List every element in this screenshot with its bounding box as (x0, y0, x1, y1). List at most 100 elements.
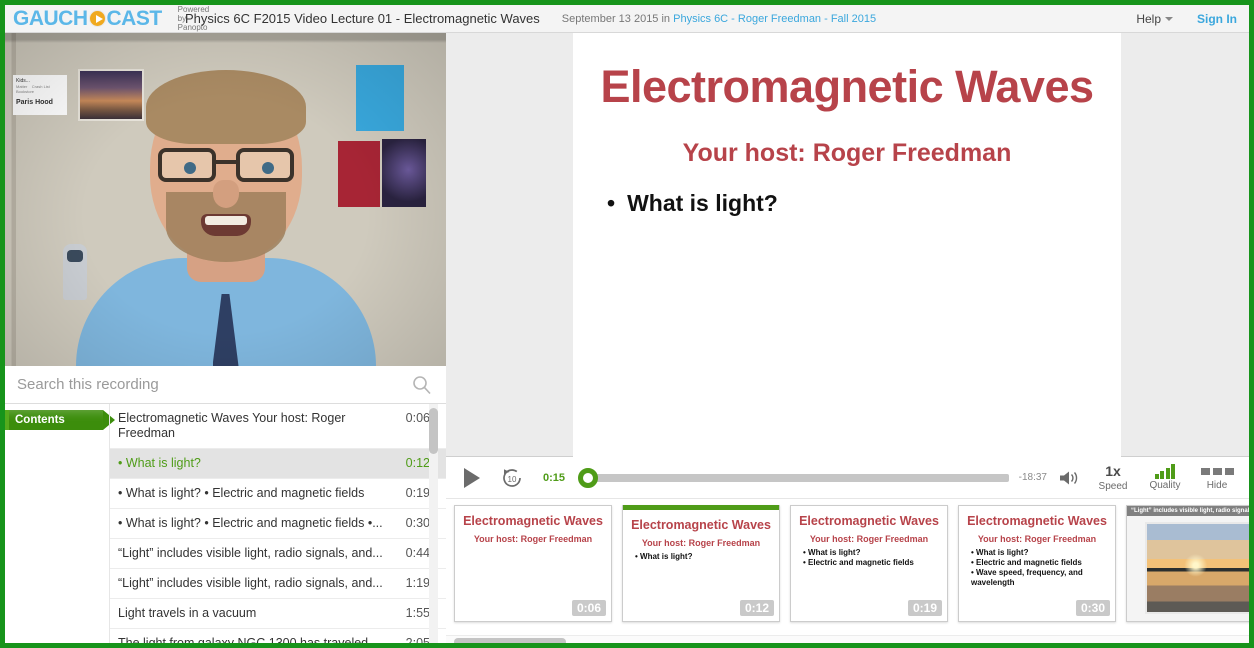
play-button[interactable] (454, 467, 490, 488)
thumbnail-bullets: What is light? (631, 552, 771, 562)
chevron-down-icon (1165, 17, 1173, 22)
thumbnail-item[interactable]: Electromagnetic Waves Your host: Roger Fr… (622, 505, 780, 622)
recording-date: September 13 2015 in Physics 6C - Roger … (562, 13, 876, 25)
tab-accent-bar (5, 410, 9, 430)
thumbnail-subtitle: Your host: Roger Freedman (809, 534, 929, 544)
current-slide[interactable]: Electromagnetic Waves Your host: Roger F… (573, 33, 1121, 457)
toc-row[interactable]: • What is light? • Electric and magnetic… (110, 509, 446, 539)
thumbnail-bullet: Wave speed, frequency, and wavelength (971, 568, 1107, 588)
toc-row[interactable]: The light from galaxy NGC 1300 has trave… (110, 629, 446, 648)
panel-tabs: Contents (5, 404, 115, 643)
toc-row[interactable]: “Light” includes visible light, radio si… (110, 569, 446, 599)
thumbnail-bullet: What is light? (971, 548, 1107, 558)
toc-row-label: The light from galaxy NGC 1300 has trave… (118, 636, 369, 648)
current-time: 0:15 (542, 471, 566, 484)
contents-scrollbar-thumb[interactable] (429, 408, 438, 454)
thumbnail-time: 0:19 (907, 600, 942, 616)
play-circle-icon (88, 10, 106, 27)
right-panel: Electromagnetic Waves Your host: Roger F… (446, 33, 1249, 643)
search-input[interactable] (5, 366, 395, 403)
speed-label: Speed (1098, 480, 1128, 492)
thumbnail-title: Electromagnetic Waves (799, 514, 939, 528)
speed-button[interactable]: 1x Speed (1089, 463, 1137, 493)
thumbnail-item[interactable]: Electromagnetic Waves Your host: Roger Fr… (454, 505, 612, 622)
play-icon (464, 467, 480, 488)
hide-label: Hide (1206, 479, 1228, 491)
contents-panel: Contents Electromagnetic Waves Your host… (5, 404, 446, 648)
toc-row-label: “Light” includes visible light, radio si… (118, 576, 383, 590)
thumbnail-container: Electromagnetic Waves Your host: Roger Fr… (454, 505, 1249, 643)
help-menu[interactable]: Help (1136, 12, 1173, 26)
thumbnail-slide-preview: Electromagnetic Waves Your host: Roger Fr… (791, 506, 947, 568)
thumbnail-slide-preview: Electromagnetic Waves Your host: Roger Fr… (623, 510, 779, 562)
toc-row-time: 0:06 (405, 411, 430, 425)
layout-blocks-icon (1200, 464, 1234, 479)
toc-row[interactable]: • What is light? 0:12 (110, 449, 446, 479)
thumbnail-bullet: What is light? (803, 548, 939, 558)
course-link[interactable]: Physics 6C - Roger Freedman - Fall 2015 (673, 13, 876, 25)
toc-row-time: 0:44 (405, 546, 430, 560)
presenter-video[interactable]: Kids... Matter Crash List Bookstore Pari… (5, 33, 446, 366)
slide-subtitle: Your host: Roger Freedman (682, 139, 1012, 167)
thumbnail-time: 0:30 (1075, 600, 1110, 616)
thumbnail-bullet: Electric and magnetic fields (803, 558, 939, 568)
thumbnail-item[interactable]: Electromagnetic Waves Your host: Roger Fr… (958, 505, 1116, 622)
contents-rows: Electromagnetic Waves Your host: Roger F… (110, 404, 446, 648)
logo-text-right: CAST (106, 6, 163, 30)
help-label: Help (1136, 11, 1161, 26)
quality-button[interactable]: Quality (1141, 463, 1189, 492)
seek-bar[interactable] (578, 467, 1009, 488)
search-icon[interactable] (412, 375, 432, 395)
tab-contents-label: Contents (15, 414, 65, 426)
app-header: GAUCH CAST Powered by Panopto Physics 6C… (5, 5, 1249, 33)
hide-button[interactable]: Hide (1193, 464, 1241, 492)
toc-row[interactable]: Light travels in a vacuum 1:55 (110, 599, 446, 629)
volume-icon (1060, 471, 1078, 484)
thumbnail-item[interactable]: “Light” includes visible light, radio si… (1126, 505, 1249, 622)
sign-in-button[interactable]: Sign In (1197, 12, 1237, 26)
toc-row-label: • What is light? • Electric and magnetic… (118, 516, 383, 530)
slide-stage: Electromagnetic Waves Your host: Roger F… (446, 33, 1249, 457)
toc-row-time: 0:30 (405, 516, 430, 530)
seek-track[interactable] (588, 473, 1009, 482)
rewind-10-button[interactable]: 10 (490, 466, 534, 490)
signal-bars-icon (1154, 463, 1176, 479)
thumbnail-time: 0:12 (739, 600, 774, 616)
thumbnail-slide-preview: Electromagnetic Waves Your host: Roger Fr… (455, 506, 611, 544)
seek-handle[interactable] (578, 467, 598, 488)
recording-title: Physics 6C F2015 Video Lecture 01 - Elec… (185, 11, 540, 26)
thumbnail-time: 0:06 (571, 600, 606, 616)
toc-row[interactable]: Electromagnetic Waves Your host: Roger F… (110, 404, 446, 449)
thumbnail-bullets: What is light?Electric and magnetic fiel… (799, 548, 939, 568)
slide-bullet: What is light? (589, 190, 1105, 217)
thumbnail-item[interactable]: Electromagnetic Waves Your host: Roger Fr… (790, 505, 948, 622)
filmstrip-scrollbar-thumb[interactable] (454, 638, 566, 643)
thumbnail-subtitle: Your host: Roger Freedman (977, 534, 1097, 544)
thumbnail-caption: “Light” includes visible light, radio si… (1127, 506, 1249, 516)
header-actions: Help Sign In (1136, 12, 1249, 26)
svg-text:10: 10 (508, 475, 517, 484)
slide-title: Electromagnetic Waves (600, 61, 1094, 112)
filmstrip-scrollbar-track[interactable] (446, 635, 1249, 643)
quality-label: Quality (1149, 479, 1181, 491)
sunset-photo-icon (1145, 522, 1249, 614)
thumbnail-slide-preview: Electromagnetic Waves Your host: Roger Fr… (959, 506, 1115, 588)
volume-button[interactable] (1055, 469, 1085, 487)
logo-text-left: GAUCH (13, 6, 88, 30)
contents-list[interactable]: Electromagnetic Waves Your host: Roger F… (109, 404, 446, 648)
toc-row-label: • What is light? • Electric and magnetic… (118, 486, 365, 500)
gauchocast-logo[interactable]: GAUCH CAST Powered by Panopto (5, 5, 209, 33)
toc-row-time: 0:19 (405, 486, 430, 500)
thumbnail-filmstrip[interactable]: Electromagnetic Waves Your host: Roger Fr… (446, 499, 1249, 643)
toc-row-label: Electromagnetic Waves Your host: Roger F… (118, 411, 346, 440)
toc-row[interactable]: “Light” includes visible light, radio si… (110, 539, 446, 569)
gauchocast-player-page: GAUCH CAST Powered by Panopto Physics 6C… (0, 0, 1254, 648)
thumbnail-bullet: Electric and magnetic fields (971, 558, 1107, 568)
thumbnail-title: Electromagnetic Waves (631, 518, 771, 532)
thumbnail-subtitle: Your host: Roger Freedman (641, 538, 761, 548)
tab-contents[interactable]: Contents (5, 410, 115, 430)
toc-row-time: 0:12 (405, 456, 430, 470)
player-controls: 10 0:15 -18:37 1x Speed Quality Hide (446, 457, 1249, 499)
toc-row-time: 1:19 (405, 576, 430, 590)
toc-row[interactable]: • What is light? • Electric and magnetic… (110, 479, 446, 509)
